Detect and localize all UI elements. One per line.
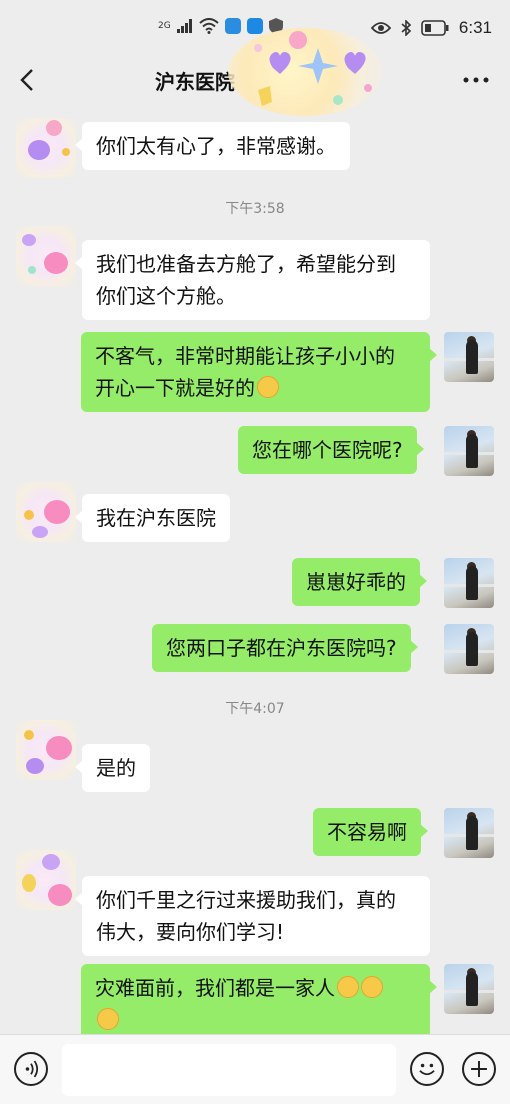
- message-line: 开心一下就是好的: [95, 376, 255, 400]
- message-bubble-sent[interactable]: 不客气，非常时期能让孩子小小的 开心一下就是好的: [81, 332, 437, 412]
- user-avatar[interactable]: [444, 332, 494, 382]
- chat-header: 沪东医院: [0, 56, 510, 108]
- message-line: 我们也准备去方舱了，希望能分到: [96, 252, 396, 276]
- message-line: 不客气，非常时期能让孩子小小的: [95, 344, 395, 368]
- fist-emoji-icon: [361, 976, 383, 998]
- status-right-icons: 6:31: [370, 18, 492, 38]
- message-text: 不容易啊: [327, 820, 407, 844]
- chat-title: 沪东医院: [155, 70, 235, 94]
- wifi-icon: [199, 18, 219, 34]
- message-bubble-received[interactable]: 我们也准备去方舱了，希望能分到 你们这个方舱。: [75, 240, 430, 320]
- message-bubble-sent[interactable]: 您两口子都在沪东医院吗?: [152, 624, 418, 672]
- message-bubble-received[interactable]: 是的: [75, 744, 150, 792]
- app-notification-icon: [224, 18, 241, 34]
- shield-icon: [268, 18, 283, 34]
- user-avatar[interactable]: [444, 964, 494, 1014]
- status-bar: 2G 6:31: [0, 0, 510, 56]
- message-bubble-received[interactable]: 你们千里之行过来援助我们，真的 伟大，要向你们学习!: [75, 876, 430, 956]
- contact-avatar[interactable]: [16, 118, 76, 178]
- timestamp-label: 下午4:07: [225, 701, 285, 717]
- timestamp-label: 下午3:58: [225, 201, 285, 217]
- add-more-button[interactable]: [462, 1052, 496, 1086]
- message-line: 伟大，要向你们学习!: [96, 920, 285, 944]
- smile-emoji-icon: [257, 376, 279, 398]
- message-bubble-sent[interactable]: 灾难面前，我们都是一家人: [81, 964, 437, 1034]
- emoji-button[interactable]: [410, 1052, 444, 1086]
- eye-icon: [370, 22, 391, 34]
- message-text-input[interactable]: [62, 1044, 396, 1096]
- message-text: 您两口子都在沪东医院吗?: [166, 636, 397, 660]
- cellular-signal-icon: [176, 19, 192, 33]
- message-text: 你们太有心了，非常感谢。: [96, 134, 336, 158]
- message-text: 是的: [96, 756, 136, 780]
- message-bubble-received[interactable]: 你们太有心了，非常感谢。: [75, 122, 350, 170]
- status-left-icons: 2G: [158, 18, 283, 34]
- message-input-bar: [0, 1034, 510, 1104]
- contact-avatar[interactable]: [16, 850, 76, 910]
- message-bubble-sent[interactable]: 崽崽好乖的: [292, 558, 427, 606]
- user-avatar[interactable]: [444, 808, 494, 858]
- message-text: 我在沪东医院: [96, 506, 216, 530]
- back-button[interactable]: [14, 64, 42, 96]
- search-app-icon: [246, 18, 263, 34]
- battery-icon: [421, 20, 449, 36]
- more-options-button[interactable]: [462, 68, 490, 92]
- fist-emoji-icon: [97, 1008, 119, 1030]
- fist-emoji-icon: [337, 976, 359, 998]
- message-text: 您在哪个医院呢?: [252, 438, 403, 462]
- contact-avatar[interactable]: [16, 482, 76, 542]
- message-bubble-sent[interactable]: 不容易啊: [313, 808, 428, 856]
- contact-avatar[interactable]: [16, 720, 76, 780]
- status-time: 6:31: [458, 18, 492, 37]
- message-bubble-sent[interactable]: 您在哪个医院呢?: [238, 426, 424, 474]
- message-line: 灾难面前，我们都是一家人: [95, 976, 335, 1000]
- user-avatar[interactable]: [444, 426, 494, 476]
- message-line: 你们千里之行过来援助我们，真的: [96, 888, 396, 912]
- user-avatar[interactable]: [444, 624, 494, 674]
- voice-input-button[interactable]: [14, 1052, 48, 1086]
- message-line: 你们这个方舱。: [96, 284, 236, 308]
- message-bubble-received[interactable]: 我在沪东医院: [75, 494, 230, 542]
- contact-avatar[interactable]: [16, 226, 76, 286]
- message-text: 崽崽好乖的: [306, 570, 406, 594]
- chat-message-list[interactable]: 你们太有心了，非常感谢。 下午3:58 我们也准备去方舱了，希望能分到 你们这个…: [0, 108, 510, 1034]
- signal-icon: 2G: [158, 21, 171, 31]
- user-avatar[interactable]: [444, 558, 494, 608]
- bluetooth-icon: [401, 20, 411, 36]
